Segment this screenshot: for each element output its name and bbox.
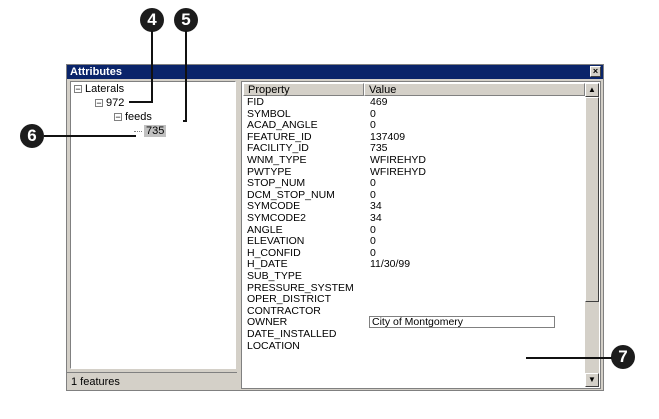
feature-count: 1 features (71, 376, 120, 388)
property-name: OPER_DISTRICT (247, 293, 332, 306)
callout-5: 5 (174, 8, 198, 32)
table-row[interactable]: OPER_DISTRICT (243, 294, 586, 305)
property-name: CONTRACTOR (247, 304, 321, 317)
property-value: 0 (370, 107, 376, 120)
table-row[interactable]: OWNER City of Montgomery (243, 316, 586, 329)
property-name: FACILITY_ID (247, 142, 309, 155)
tree-node-feeds[interactable]: − feeds (114, 111, 152, 124)
table-row[interactable]: DATE_INSTALLED (243, 329, 586, 340)
property-name: SYMCODE2 (247, 212, 306, 224)
property-name: SUB_TYPE (247, 270, 302, 282)
close-button[interactable]: × (590, 66, 601, 77)
property-value: 469 (370, 96, 388, 108)
property-value: WFIREHYD (370, 154, 426, 166)
property-name: SYMCODE (247, 200, 301, 213)
table-row[interactable]: DCM_STOP_NUM 0 (243, 188, 586, 201)
tree-node-label: 972 (106, 97, 125, 109)
property-value: WFIREHYD (370, 165, 426, 178)
property-name: FEATURE_ID (247, 130, 312, 143)
property-name: ACAD_ANGLE (247, 119, 318, 132)
property-name: ELEVATION (247, 235, 305, 248)
table-row[interactable]: CONTRACTOR (243, 304, 586, 317)
callout-6-leader (44, 135, 136, 137)
property-name: PWTYPE (247, 165, 292, 178)
owner-value-field[interactable]: City of Montgomery (369, 316, 555, 329)
callout-6: 6 (20, 124, 44, 148)
scroll-thumb[interactable] (585, 97, 599, 302)
window-title: Attributes (70, 66, 122, 78)
table-row[interactable]: PRESSURE_SYSTEM (243, 281, 586, 294)
property-name: STOP_NUM (247, 177, 306, 190)
table-row[interactable]: FACILITY_ID 735 (243, 143, 586, 154)
value-column-header[interactable]: Value (364, 83, 585, 96)
table-row[interactable]: ANGLE 0 (243, 223, 586, 236)
property-name: FID (247, 96, 264, 108)
property-name: PRESSURE_SYSTEM (247, 281, 354, 294)
property-column-header[interactable]: Property (243, 83, 364, 96)
table-row[interactable]: FEATURE_ID 137409 (243, 130, 586, 143)
tree-node-972[interactable]: −972 (95, 97, 124, 110)
table-row[interactable]: ELEVATION 0 (243, 236, 586, 247)
property-name: SYMBOL (247, 107, 291, 120)
property-value: 0 (370, 235, 376, 248)
status-bar: 1 features (67, 372, 237, 390)
table-row[interactable]: SYMCODE2 34 (243, 213, 586, 224)
property-name: ANGLE (247, 223, 283, 236)
feature-tree[interactable]: − Laterals −972 − feeds 735 (70, 81, 236, 369)
callout-4: 4 (140, 8, 164, 32)
table-row[interactable]: ACAD_ANGLE 0 (243, 120, 586, 131)
arrow-up-icon: ▲ (588, 85, 596, 94)
table-row[interactable]: WNM_TYPE WFIREHYD (243, 155, 586, 166)
property-name: H_DATE (247, 258, 288, 271)
property-value: 0 (370, 119, 376, 132)
property-value: 11/30/99 (370, 258, 411, 271)
collapse-icon[interactable]: − (114, 113, 122, 122)
collapse-icon[interactable]: − (95, 99, 103, 108)
collapse-icon[interactable]: − (74, 85, 82, 94)
window-titlebar: Attributes × (67, 65, 603, 79)
tree-node-label: 735 (144, 125, 167, 137)
table-row[interactable]: H_CONFID 0 (243, 246, 586, 259)
property-value: 137409 (370, 130, 406, 143)
scroll-down-button[interactable]: ▼ (585, 373, 599, 387)
property-value: 34 (370, 200, 382, 213)
property-name: H_CONFID (247, 246, 301, 259)
vertical-scrollbar[interactable]: ▲ ▼ (585, 83, 599, 387)
tree-node-laterals[interactable]: − Laterals (74, 83, 124, 96)
property-name: WNM_TYPE (247, 154, 307, 166)
property-name: DCM_STOP_NUM (247, 188, 335, 201)
scroll-up-button[interactable]: ▲ (585, 83, 599, 97)
property-value: 0 (370, 223, 376, 236)
property-value: 735 (370, 142, 388, 155)
property-name: DATE_INSTALLED (247, 328, 337, 340)
table-row[interactable]: LOCATION (243, 339, 586, 352)
arrow-down-icon: ▼ (588, 375, 596, 384)
tree-node-735[interactable]: 735 (134, 125, 167, 138)
table-row[interactable]: SUB_TYPE (243, 271, 586, 282)
table-row[interactable]: FID 469 (243, 97, 586, 108)
table-row[interactable]: PWTYPE WFIREHYD (243, 165, 586, 178)
property-value: 0 (370, 188, 376, 201)
property-value: 0 (370, 177, 376, 190)
callout-4-leader-h (129, 101, 153, 103)
tree-node-label: Laterals (85, 83, 125, 95)
callout-4-leader (151, 31, 153, 102)
tree-connector (134, 130, 142, 132)
attributes-window: Attributes × − Laterals −972 − feeds 735 P… (66, 64, 604, 391)
property-grid[interactable]: Property Value FID 469 SYMBOL 0 ACAD_ANGLE 0 F… (241, 81, 601, 389)
property-name: OWNER (247, 316, 288, 329)
tree-node-label: feeds (125, 111, 152, 123)
table-row[interactable]: STOP_NUM 0 (243, 178, 586, 189)
callout-5-leader (185, 31, 187, 121)
callout-7: 7 (611, 345, 635, 369)
callout-7-leader (526, 357, 612, 359)
table-row[interactable]: H_DATE 11/30/99 (243, 259, 586, 270)
property-value: 34 (370, 212, 382, 224)
close-icon: × (592, 66, 599, 76)
table-row[interactable]: SYMBOL 0 (243, 107, 586, 120)
property-value: 0 (370, 246, 376, 259)
callout-5-leader-h (183, 120, 187, 122)
property-name: LOCATION (247, 339, 300, 352)
table-row[interactable]: SYMCODE 34 (243, 201, 586, 212)
